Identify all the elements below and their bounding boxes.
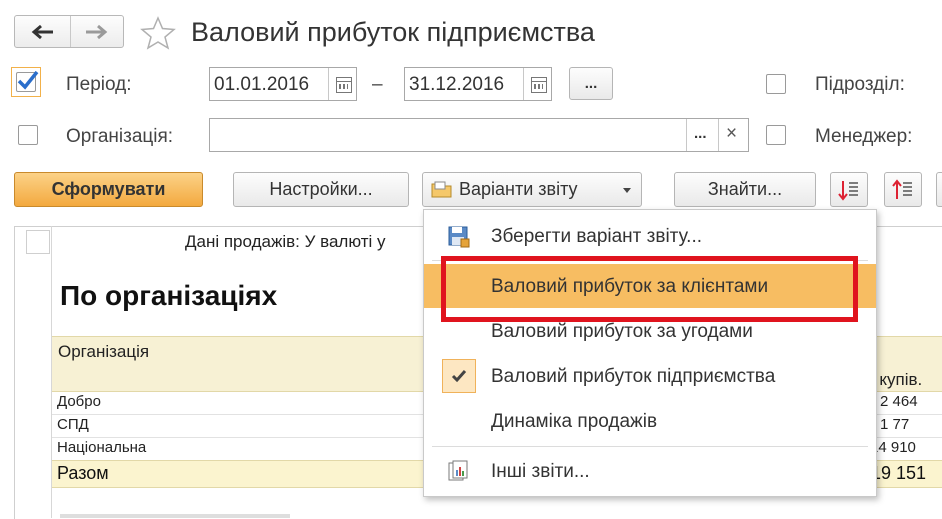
settings-button[interactable]: Настройки... (233, 172, 409, 207)
manager-checkbox[interactable] (766, 125, 786, 145)
menu-item-save-variant[interactable]: Зберегти варіант звіту... (424, 214, 876, 258)
table-row-value: 2 464 (880, 393, 918, 410)
menu-separator (432, 446, 868, 447)
period-label: Період: (66, 74, 132, 95)
clear-icon[interactable]: × (726, 123, 737, 145)
page-title: Валовий прибуток підприємства (191, 17, 595, 47)
date-to-value: 31.12.2016 (409, 74, 505, 95)
organization-label: Організація: (66, 126, 174, 147)
menu-item-label: Валовий прибуток підприємства (491, 366, 776, 387)
menu-item-sales-dynamics[interactable]: Динаміка продажів (424, 399, 876, 443)
checkmark-icon (17, 70, 39, 90)
next-section-title-fragment (60, 508, 290, 518)
report-section-title: По організаціях (60, 280, 278, 311)
menu-item-label: Зберегти варіант звіту... (491, 226, 703, 247)
date-to-field[interactable]: 31.12.2016 (404, 67, 552, 101)
report-variants-menu: Зберегти варіант звіту... Валовий прибут… (423, 209, 877, 497)
menu-item-label: Інші звіти... (491, 461, 590, 482)
menu-item-other-reports[interactable]: Інші звіти... (424, 449, 876, 493)
period-checkbox[interactable] (11, 67, 41, 97)
chevron-down-icon (623, 188, 631, 193)
calendar-icon[interactable] (531, 77, 547, 93)
sort-asc-icon (892, 178, 912, 199)
total-value: 19 151 (871, 463, 927, 483)
report-subtitle: Дані продажів: У валюті у (185, 232, 386, 251)
menu-item-label: Валовий прибуток за угодами (491, 321, 753, 342)
division-label: Підрозділ: (815, 74, 905, 95)
organization-select-button[interactable]: ... (694, 125, 707, 142)
sort-descending-button[interactable] (830, 172, 868, 207)
table-row-value: 1 77 (880, 416, 910, 433)
forward-button[interactable] (70, 16, 124, 47)
sort-desc-icon (838, 180, 858, 201)
back-button[interactable] (15, 16, 71, 47)
calendar-icon[interactable] (336, 77, 352, 93)
menu-item-label: Динаміка продажів (491, 411, 658, 432)
arrow-left-icon (31, 24, 53, 40)
more-button[interactable] (936, 172, 942, 207)
table-row-name: Добро (57, 393, 101, 410)
save-icon (448, 226, 470, 248)
date-from-value: 01.01.2016 (214, 74, 310, 95)
table-row-name: Національна (57, 439, 147, 456)
date-from-field[interactable]: 01.01.2016 (209, 67, 357, 101)
report-variants-label: Варіанти звіту (459, 179, 578, 199)
period-select-button[interactable]: ... (569, 67, 613, 100)
reports-icon (448, 460, 468, 481)
sort-ascending-button[interactable] (884, 172, 922, 207)
report-variants-button[interactable]: Варіанти звіту (422, 172, 642, 207)
checked-indicator (442, 359, 476, 393)
organization-checkbox[interactable] (18, 125, 38, 145)
generate-button[interactable]: Сформувати (14, 172, 203, 207)
organization-field[interactable]: ... × (209, 118, 749, 152)
checkmark-icon (451, 370, 467, 383)
star-icon[interactable] (140, 16, 176, 50)
highlight-frame (441, 256, 858, 322)
folder-icon (431, 181, 452, 197)
column-header-organization: Організація (58, 342, 150, 361)
total-label: Разом (57, 463, 109, 483)
arrow-right-icon (86, 24, 108, 40)
table-row-name: СПД (57, 416, 89, 433)
menu-item-gross-profit-enterprise[interactable]: Валовий прибуток підприємства (424, 354, 876, 398)
nav-group (14, 15, 124, 48)
find-button[interactable]: Знайти... (674, 172, 816, 207)
division-checkbox[interactable] (766, 74, 786, 94)
manager-label: Менеджер: (815, 126, 913, 147)
report-corner-cell (26, 230, 50, 254)
date-dash: – (372, 74, 383, 95)
